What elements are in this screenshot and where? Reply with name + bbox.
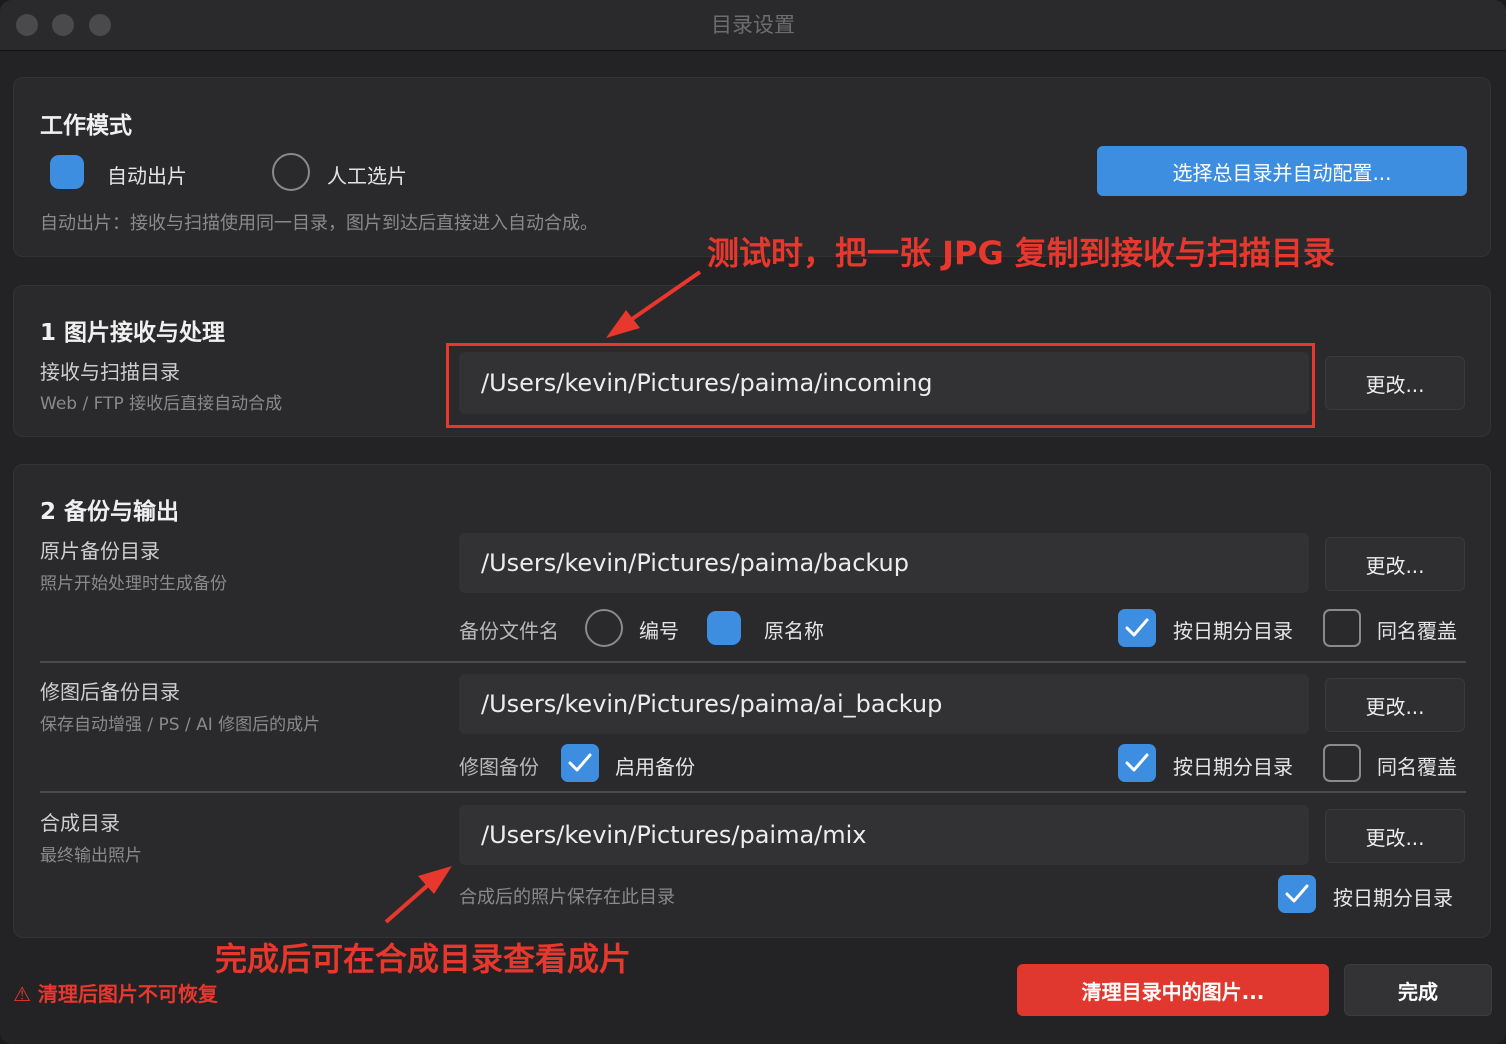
window-title: 目录设置 [711, 13, 795, 37]
check-icon [1125, 753, 1149, 772]
divider [40, 791, 1466, 793]
receive-dir-sub: Web / FTP 接收后直接自动合成 [40, 394, 283, 414]
done-button[interactable]: 完成 [1344, 964, 1492, 1016]
work-mode-description: 自动出片：接收与扫描使用同一目录，图片到达后直接进入自动合成。 [40, 213, 598, 234]
annotation-top: 测试时，把一张 JPG 复制到接收与扫描目录 [707, 234, 1335, 272]
radio-filename-number-label[interactable]: 编号 [639, 615, 679, 644]
retouch-by-date-label[interactable]: 按日期分目录 [1173, 751, 1293, 780]
annotation-bottom: 完成后可在合成目录查看成片 [215, 940, 632, 978]
highlight-box [446, 343, 1315, 428]
retouch-enable-checkbox[interactable] [561, 744, 599, 782]
annotation-arrow-top [606, 270, 702, 338]
section2-title: 2 备份与输出 [40, 499, 180, 525]
auto-configure-button[interactable]: 选择总目录并自动配置... [1097, 146, 1467, 196]
work-mode-title: 工作模式 [40, 113, 132, 139]
radio-auto-output-label[interactable]: 自动出片 [107, 160, 187, 189]
radio-filename-original-label[interactable]: 原名称 [764, 615, 824, 644]
retouch-dir-label: 修图后备份目录 [40, 680, 180, 704]
annotation-arrow-bottom [384, 866, 452, 924]
divider [40, 661, 1466, 663]
backup-overwrite-checkbox[interactable] [1323, 609, 1361, 647]
directory-settings-window: 目录设置 工作模式 自动出片 人工选片 自动出片：接收与扫描使用同一目录，图片到… [0, 0, 1506, 1044]
retouch-enable-label[interactable]: 启用备份 [615, 751, 695, 780]
backup-output-panel: 2 备份与输出 原片备份目录 照片开始处理时生成备份 /Users/kevin/… [13, 464, 1491, 938]
backup-filename-label: 备份文件名 [459, 619, 559, 643]
receive-change-button[interactable]: 更改... [1325, 356, 1465, 410]
backup-change-button[interactable]: 更改... [1325, 537, 1465, 591]
retouch-backup-label: 修图备份 [459, 755, 539, 779]
retouch-by-date-checkbox[interactable] [1118, 744, 1156, 782]
check-icon [568, 753, 592, 772]
clean-images-button[interactable]: 清理目录中的图片... [1017, 964, 1329, 1016]
title-bar: 目录设置 [0, 0, 1506, 51]
retouch-change-button[interactable]: 更改... [1325, 678, 1465, 732]
mix-dir-field[interactable]: /Users/kevin/Pictures/paima/mix [459, 805, 1309, 865]
backup-by-date-checkbox[interactable] [1118, 609, 1156, 647]
mix-change-button[interactable]: 更改... [1325, 809, 1465, 863]
check-icon [1285, 884, 1309, 903]
backup-by-date-label[interactable]: 按日期分目录 [1173, 615, 1293, 644]
radio-filename-number[interactable] [585, 609, 623, 647]
mix-dir-sub: 最终输出照片 [40, 846, 142, 866]
receive-dir-label: 接收与扫描目录 [40, 360, 180, 384]
backup-dir-sub: 照片开始处理时生成备份 [40, 574, 227, 594]
cleanup-warning: ⚠ 清理后图片不可恢复 [13, 982, 218, 1006]
backup-overwrite-label[interactable]: 同名覆盖 [1377, 615, 1457, 644]
retouch-dir-field[interactable]: /Users/kevin/Pictures/paima/ai_backup [459, 674, 1309, 734]
mix-by-date-checkbox[interactable] [1278, 875, 1316, 913]
retouch-dir-sub: 保存自动增强 / PS / AI 修图后的成片 [40, 715, 321, 735]
section1-title: 1 图片接收与处理 [40, 320, 226, 346]
retouch-overwrite-checkbox[interactable] [1323, 744, 1361, 782]
radio-manual-select-label[interactable]: 人工选片 [327, 160, 407, 189]
backup-dir-field[interactable]: /Users/kevin/Pictures/paima/backup [459, 533, 1309, 593]
radio-auto-output[interactable] [50, 155, 84, 189]
mix-note: 合成后的照片保存在此目录 [459, 887, 675, 908]
radio-manual-select[interactable] [272, 153, 310, 191]
backup-dir-label: 原片备份目录 [40, 539, 160, 563]
mix-dir-label: 合成目录 [40, 811, 120, 835]
retouch-overwrite-label[interactable]: 同名覆盖 [1377, 751, 1457, 780]
mix-by-date-label[interactable]: 按日期分目录 [1333, 882, 1453, 911]
radio-filename-original[interactable] [707, 611, 741, 645]
check-icon [1125, 618, 1149, 637]
